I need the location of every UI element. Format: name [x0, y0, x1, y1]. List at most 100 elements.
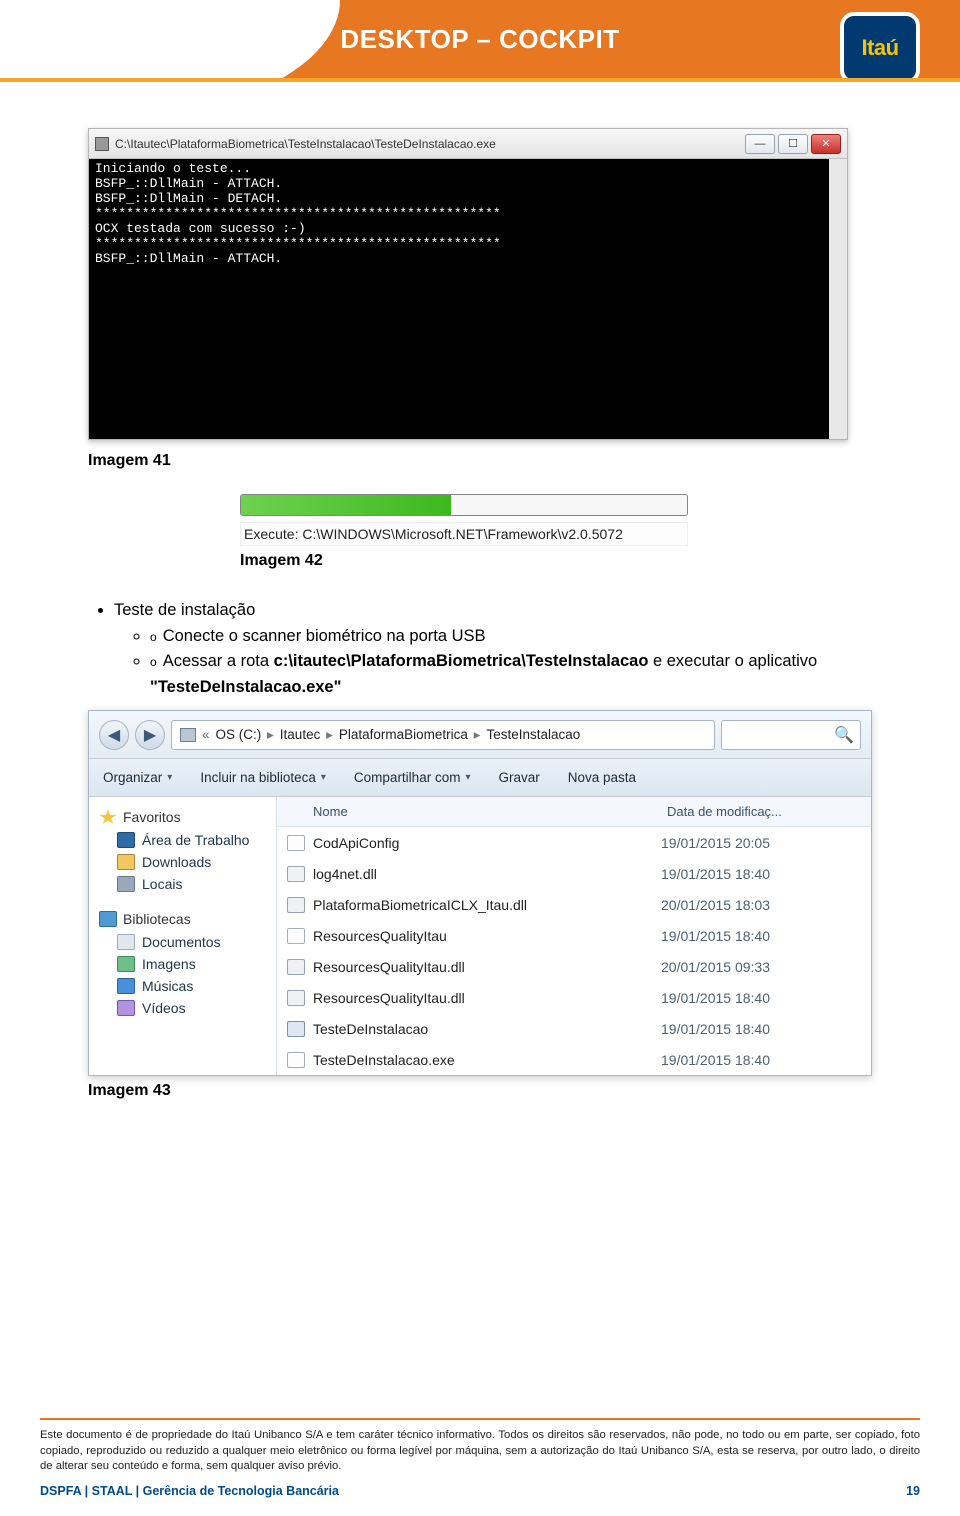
nav-locais[interactable]: Locais — [95, 873, 270, 895]
subbullet-connect: oConecte o scanner biométrico na porta U… — [150, 624, 872, 650]
subbullet-access: oAcessar a rota c:\itautec\PlataformaBio… — [150, 649, 872, 700]
music-icon — [117, 978, 135, 994]
nav-music[interactable]: Músicas — [95, 975, 270, 997]
file-icon — [287, 1021, 305, 1037]
star-icon — [99, 809, 117, 825]
file-row[interactable]: PlataformaBiometricaICLX_Itau.dll20/01/2… — [277, 889, 871, 920]
page-header: DESKTOP – COCKPIT Itaú — [0, 0, 960, 78]
page-footer: Este documento é de propriedade do Itaú … — [0, 1418, 960, 1516]
toolbar-newfolder[interactable]: Nova pasta — [568, 770, 636, 785]
file-date: 19/01/2015 18:40 — [661, 1052, 871, 1068]
desktop-icon — [117, 832, 135, 848]
file-row[interactable]: TesteDeInstalacao19/01/2015 18:40 — [277, 1013, 871, 1044]
file-name: TesteDeInstalacao.exe — [313, 1052, 661, 1068]
file-row[interactable]: ResourcesQualityItau.dll20/01/2015 09:33 — [277, 951, 871, 982]
minimize-button[interactable]: — — [745, 134, 775, 154]
file-date: 19/01/2015 18:40 — [661, 990, 871, 1006]
console-window: C:\Itautec\PlataformaBiometrica\TesteIns… — [88, 128, 848, 440]
file-date: 20/01/2015 18:03 — [661, 897, 871, 913]
bullet-teste: Teste de instalação oConecte o scanner b… — [114, 598, 872, 700]
library-icon — [99, 911, 117, 927]
toolbar-burn[interactable]: Gravar — [498, 770, 539, 785]
file-date: 19/01/2015 20:05 — [661, 835, 871, 851]
explorer-columns: Nome Data de modificaç... — [277, 797, 871, 827]
itau-logo: Itaú — [840, 12, 920, 84]
instructions-block: Teste de instalação oConecte o scanner b… — [88, 598, 872, 700]
file-row[interactable]: log4net.dll19/01/2015 18:40 — [277, 858, 871, 889]
explorer-navpane: Favoritos Área de Trabalho Downloads Loc… — [89, 797, 277, 1075]
file-date: 19/01/2015 18:40 — [661, 928, 871, 944]
file-name: ResourcesQualityItau — [313, 928, 661, 944]
video-icon — [117, 1000, 135, 1016]
nav-desktop[interactable]: Área de Trabalho — [95, 829, 270, 851]
nav-documents[interactable]: Documentos — [95, 931, 270, 953]
maximize-button[interactable]: ☐ — [778, 134, 808, 154]
file-name: log4net.dll — [313, 866, 661, 882]
nav-images[interactable]: Imagens — [95, 953, 270, 975]
caption-imagem42: Imagem 42 — [240, 552, 872, 570]
file-row[interactable]: ResourcesQualityItau.dll19/01/2015 18:40 — [277, 982, 871, 1013]
breadcrumb[interactable]: OS (C:) — [216, 727, 274, 743]
nav-downloads[interactable]: Downloads — [95, 851, 270, 873]
search-icon: 🔍 — [834, 725, 854, 745]
breadcrumb[interactable]: TesteInstalacao — [486, 727, 582, 742]
address-bar[interactable]: « OS (C:) Itautec PlataformaBiometrica T… — [171, 720, 715, 750]
downloads-icon — [117, 854, 135, 870]
toolbar-include[interactable]: Incluir na biblioteca — [200, 770, 326, 785]
footer-left: DSPFA | STAAL | Gerência de Tecnologia B… — [40, 1484, 339, 1498]
console-body: Iniciando o teste... BSFP_::DllMain - AT… — [89, 159, 847, 439]
explorer-window: ◀ ▶ « OS (C:) Itautec PlataformaBiometri… — [88, 710, 872, 1076]
caption-imagem41: Imagem 41 — [88, 452, 872, 470]
progress-panel: Execute: C:\WINDOWS\Microsoft.NET\Framew… — [240, 494, 688, 546]
documents-icon — [117, 934, 135, 950]
explorer-filepane: Nome Data de modificaç... CodApiConfig19… — [277, 797, 871, 1075]
file-name: CodApiConfig — [313, 835, 661, 851]
file-name: ResourcesQualityItau.dll — [313, 990, 661, 1006]
toolbar-share[interactable]: Compartilhar com — [354, 770, 471, 785]
file-icon — [287, 897, 305, 913]
file-icon — [287, 990, 305, 1006]
breadcrumb[interactable]: Itautec — [280, 727, 333, 743]
images-icon — [117, 956, 135, 972]
file-row[interactable]: ResourcesQualityItau19/01/2015 18:40 — [277, 920, 871, 951]
places-icon — [117, 876, 135, 892]
progress-bar — [240, 494, 688, 516]
footer-rule — [40, 1418, 920, 1420]
progress-fill — [241, 495, 451, 515]
file-date: 19/01/2015 18:40 — [661, 866, 871, 882]
file-date: 20/01/2015 09:33 — [661, 959, 871, 975]
header-title: DESKTOP – COCKPIT — [0, 24, 960, 55]
console-app-icon — [95, 137, 109, 151]
nav-videos[interactable]: Vídeos — [95, 997, 270, 1019]
column-date[interactable]: Data de modificaç... — [661, 804, 871, 819]
footer-legal: Este documento é de propriedade do Itaú … — [40, 1428, 920, 1474]
column-name[interactable]: Nome — [277, 804, 661, 819]
close-button[interactable]: ✕ — [811, 134, 841, 154]
file-name: ResourcesQualityItau.dll — [313, 959, 661, 975]
file-row[interactable]: CodApiConfig19/01/2015 20:05 — [277, 827, 871, 858]
drive-icon — [180, 728, 196, 742]
file-icon — [287, 1052, 305, 1068]
file-row[interactable]: TesteDeInstalacao.exe19/01/2015 18:40 — [277, 1044, 871, 1075]
nav-libraries[interactable]: Bibliotecas — [95, 907, 270, 931]
nav-forward-button[interactable]: ▶ — [135, 720, 165, 750]
explorer-addressbar-row: ◀ ▶ « OS (C:) Itautec PlataformaBiometri… — [89, 711, 871, 759]
file-icon — [287, 866, 305, 882]
header-underline — [0, 78, 960, 82]
nav-favorites[interactable]: Favoritos — [95, 805, 270, 829]
file-name: PlataformaBiometricaICLX_Itau.dll — [313, 897, 661, 913]
file-date: 19/01/2015 18:40 — [661, 1021, 871, 1037]
console-titlebar: C:\Itautec\PlataformaBiometrica\TesteIns… — [89, 129, 847, 159]
file-icon — [287, 928, 305, 944]
breadcrumb[interactable]: PlataformaBiometrica — [339, 727, 481, 743]
caption-imagem43: Imagem 43 — [88, 1082, 872, 1100]
console-title: C:\Itautec\PlataformaBiometrica\TesteIns… — [115, 137, 745, 151]
file-icon — [287, 835, 305, 851]
search-box[interactable]: 🔍 — [721, 720, 861, 750]
nav-back-button[interactable]: ◀ — [99, 720, 129, 750]
footer-page: 19 — [906, 1484, 920, 1498]
file-name: TesteDeInstalacao — [313, 1021, 661, 1037]
progress-text: Execute: C:\WINDOWS\Microsoft.NET\Framew… — [240, 522, 688, 546]
explorer-toolbar: Organizar Incluir na biblioteca Comparti… — [89, 759, 871, 797]
toolbar-organize[interactable]: Organizar — [103, 770, 172, 785]
